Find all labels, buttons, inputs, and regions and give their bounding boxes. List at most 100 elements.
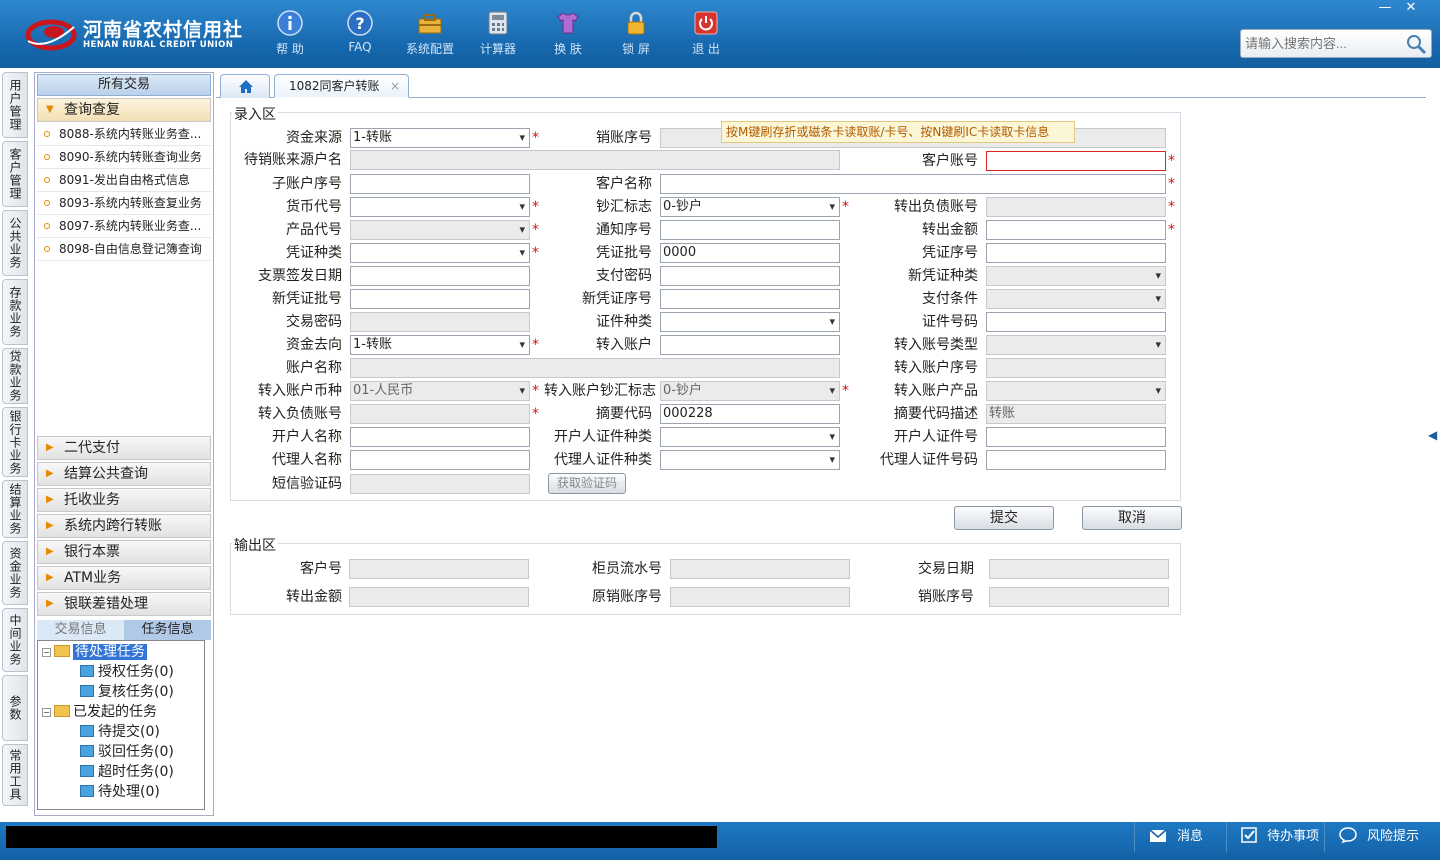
collapse-icon[interactable]: − (42, 648, 51, 657)
opener-id-type-select[interactable] (660, 427, 840, 447)
fund-dest-select[interactable]: 1-转账 (350, 335, 530, 355)
agent-name-input[interactable] (350, 450, 530, 470)
system-config-button[interactable]: 系统配置 (400, 8, 460, 60)
in-cash-flag-select[interactable]: 0-钞户 (660, 381, 840, 401)
out-amount-input[interactable] (986, 220, 1166, 240)
voucher-batch-input[interactable]: 0000 (660, 243, 840, 263)
required-mark: * (842, 199, 849, 215)
tree-node-authorize[interactable]: 授权任务(0) (80, 662, 174, 682)
task-icon (80, 765, 94, 777)
tree-node-timeout[interactable]: 超时任务(0) (80, 762, 174, 782)
out-amount-result-field (349, 587, 529, 607)
collapse-icon[interactable]: − (42, 708, 51, 717)
tx-item-8088[interactable]: 8088-系统内转账业务查... (37, 123, 211, 146)
cancel-button[interactable]: 取消 (1082, 506, 1182, 530)
group-atm[interactable]: ▶ ATM业务 (37, 566, 211, 590)
vtab-user-management[interactable]: 用户管理 (2, 72, 28, 138)
sms-code-label: 短信验证码 (272, 476, 342, 492)
group-bank-draft[interactable]: ▶ 银行本票 (37, 540, 211, 564)
new-voucher-seq-input[interactable] (660, 289, 840, 309)
group-query-reply[interactable]: ▼ 查询查复 (37, 98, 211, 122)
group-collection[interactable]: ▶ 托收业务 (37, 488, 211, 512)
voucher-type-select[interactable] (350, 243, 530, 263)
summary-code-input[interactable]: 000228 (660, 404, 840, 424)
vtab-parameters[interactable]: 参数 (2, 675, 28, 741)
search-icon[interactable] (1405, 33, 1427, 55)
shirt-icon (557, 12, 579, 34)
tree-node-review[interactable]: 复核任务(0) (80, 682, 174, 702)
group-settlement-query[interactable]: ▶ 结算公共查询 (37, 462, 211, 486)
fund-source-select[interactable]: 1-转账 (350, 128, 530, 148)
tab-transaction-info[interactable]: 交易信息 (37, 620, 124, 640)
tx-item-8097[interactable]: 8097-系统内转账业务查... (37, 215, 211, 238)
tx-item-8090[interactable]: 8090-系统内转账查询业务 (37, 146, 211, 169)
submit-button[interactable]: 提交 (954, 506, 1054, 530)
logout-button[interactable]: 退 出 (676, 8, 736, 60)
close-tab-icon[interactable]: × (390, 75, 400, 97)
tree-node-pending[interactable]: − 待处理任务 (42, 642, 147, 662)
id-number-input[interactable] (986, 312, 1166, 332)
in-account-label: 转入账户 (596, 337, 652, 353)
calculator-button[interactable]: 计算器 (468, 8, 528, 60)
sub-account-seq-input[interactable] (350, 174, 530, 194)
in-currency-select[interactable]: 01-人民币 (350, 381, 530, 401)
tx-item-8091[interactable]: 8091-发出自由格式信息 (37, 169, 211, 192)
notice-seq-input[interactable] (660, 220, 840, 240)
agent-id-type-select[interactable] (660, 450, 840, 470)
in-account-type-select[interactable] (986, 335, 1166, 355)
tree-node-to-submit[interactable]: 待提交(0) (80, 722, 160, 742)
currency-code-select[interactable] (350, 197, 530, 217)
vtab-fund-business[interactable]: 资金业务 (2, 541, 28, 605)
todo-button[interactable]: 待办事项 (1226, 822, 1324, 852)
customer-account-input[interactable] (986, 151, 1166, 171)
in-product-select[interactable] (986, 381, 1166, 401)
opener-name-input[interactable] (350, 427, 530, 447)
search-input[interactable] (1243, 32, 1403, 55)
get-code-button[interactable]: 获取验证码 (548, 473, 626, 494)
collapse-side-arrow-icon[interactable]: ◀ (1428, 428, 1440, 458)
help-button[interactable]: 帮 助 (260, 8, 320, 60)
voucher-seq-input[interactable] (986, 243, 1166, 263)
opener-id-no-input[interactable] (986, 427, 1166, 447)
check-date-input[interactable] (350, 266, 530, 286)
lock-screen-button[interactable]: 锁 屏 (606, 8, 666, 60)
tab-1082-transfer[interactable]: 1082同客户转账 × (274, 74, 409, 98)
tree-node-to-handle[interactable]: 待处理(0) (80, 782, 160, 802)
vtab-bank-card-business[interactable]: 银行卡业务 (2, 407, 28, 477)
cash-flag-select[interactable]: 0-钞户 (660, 197, 840, 217)
new-voucher-batch-input[interactable] (350, 289, 530, 309)
all-transactions-header[interactable]: 所有交易 (37, 74, 211, 96)
skin-button[interactable]: 换 肤 (538, 8, 598, 60)
tx-item-8093[interactable]: 8093-系统内转账查复业务 (37, 192, 211, 215)
close-window-button[interactable]: ✕ (1398, 0, 1424, 18)
faq-button[interactable]: ? FAQ (330, 8, 390, 60)
vtab-customer-management[interactable]: 客户管理 (2, 141, 28, 207)
minimize-button[interactable]: — (1372, 0, 1398, 18)
new-voucher-type-select[interactable] (986, 266, 1166, 286)
vtab-settlement-business[interactable]: 结算业务 (2, 480, 28, 538)
agent-id-type-label: 代理人证件种类 (554, 452, 652, 468)
chevron-right-icon: ▶ (46, 442, 54, 453)
home-tab[interactable] (220, 74, 270, 98)
pay-condition-select[interactable] (986, 289, 1166, 309)
vtab-common-tools[interactable]: 常用工具 (2, 744, 28, 806)
id-type-select[interactable] (660, 312, 840, 332)
group-second-gen-payment[interactable]: ▶ 二代支付 (37, 436, 211, 460)
tx-item-8098[interactable]: 8098-自由信息登记簿查询 (37, 238, 211, 261)
vtab-loan-business[interactable]: 贷款业务 (2, 348, 28, 404)
message-button[interactable]: 消息 (1134, 822, 1226, 852)
tree-node-rejected[interactable]: 驳回任务(0) (80, 742, 174, 762)
vtab-intermediary-business[interactable]: 中间业务 (2, 608, 28, 672)
group-interbank-transfer[interactable]: ▶ 系统内跨行转账 (37, 514, 211, 538)
product-code-select[interactable] (350, 220, 530, 240)
vtab-public-business[interactable]: 公共业务 (2, 210, 28, 276)
tree-node-initiated[interactable]: − 已发起的任务 (42, 702, 157, 722)
risk-tip-button[interactable]: 风险提示 (1324, 822, 1436, 852)
vtab-deposit-business[interactable]: 存款业务 (2, 279, 28, 345)
customer-name-input[interactable] (660, 174, 1166, 194)
agent-id-no-input[interactable] (986, 450, 1166, 470)
group-unionpay-error[interactable]: ▶ 银联差错处理 (37, 592, 211, 616)
tab-task-info[interactable]: 任务信息 (124, 620, 211, 640)
pay-password-input[interactable] (660, 266, 840, 286)
in-account-input[interactable] (660, 335, 840, 355)
